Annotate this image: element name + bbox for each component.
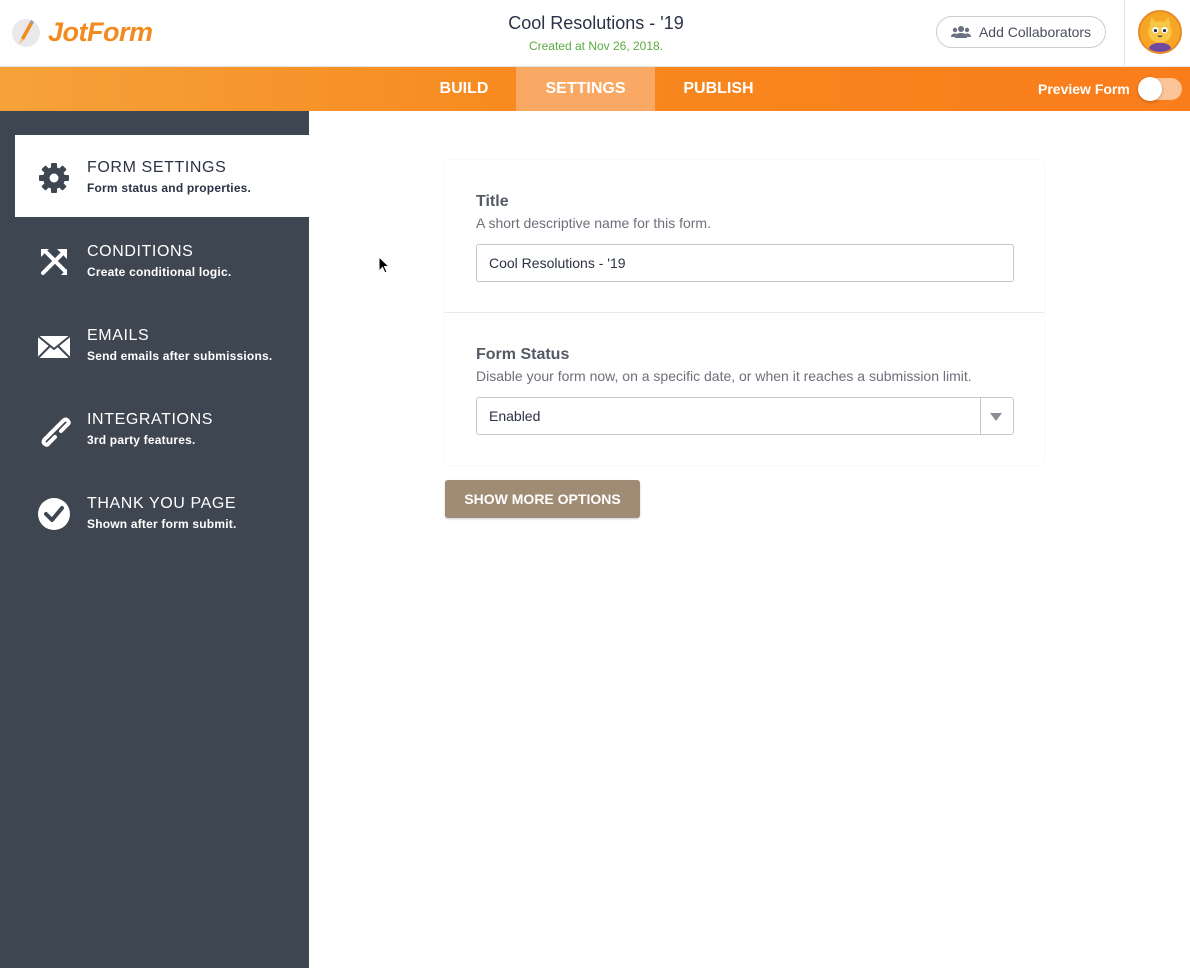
- preview-form-label: Preview Form: [1038, 81, 1130, 97]
- form-created-date: Created at Nov 26, 2018.: [528, 39, 664, 53]
- settings-sidebar: FORM SETTINGS Form status and properties…: [0, 111, 309, 968]
- form-status-description: Disable your form now, on a specific dat…: [476, 368, 972, 384]
- sidebar-item-form-settings[interactable]: FORM SETTINGS Form status and properties…: [15, 135, 309, 217]
- sidebar-item-subtitle: 3rd party features.: [87, 433, 196, 447]
- link-icon: [41, 417, 71, 447]
- tab-publish[interactable]: PUBLISH: [665, 67, 772, 111]
- sidebar-item-integrations[interactable]: INTEGRATIONS 3rd party features.: [15, 387, 309, 469]
- show-more-options-button[interactable]: SHOW MORE OPTIONS: [445, 480, 640, 518]
- main-nav: BUILD SETTINGS PUBLISH Preview Form: [0, 67, 1190, 111]
- cat-avatar-icon: [1140, 12, 1180, 52]
- add-collaborators-label: Add Collaborators: [978, 24, 1092, 40]
- form-status-select[interactable]: Enabled: [476, 397, 1014, 435]
- jotform-logo[interactable]: JotForm: [10, 15, 153, 49]
- sidebar-text: FORM SETTINGS Form status and properties…: [87, 159, 251, 195]
- sidebar-text: CONDITIONS Create conditional logic.: [87, 243, 231, 279]
- gear-icon: [39, 163, 69, 193]
- sidebar-text: INTEGRATIONS 3rd party features.: [87, 411, 213, 447]
- sidebar-item-subtitle: Shown after form submit.: [87, 517, 237, 531]
- users-icon: [950, 26, 971, 38]
- sidebar-item-title: EMAILS: [87, 327, 150, 344]
- sidebar-item-thank-you-page[interactable]: THANK YOU PAGE Shown after form submit.: [15, 471, 309, 553]
- sidebar-item-title: CONDITIONS: [87, 243, 194, 260]
- toggle-knob: [1137, 77, 1162, 101]
- sidebar-item-title: FORM SETTINGS: [87, 159, 227, 176]
- header-divider: [1124, 0, 1125, 67]
- sidebar-text: THANK YOU PAGE Shown after form submit.: [87, 495, 236, 531]
- sidebar-item-conditions[interactable]: CONDITIONS Create conditional logic.: [15, 219, 309, 301]
- sidebar-item-subtitle: Form status and properties.: [87, 181, 252, 195]
- top-header: JotForm Cool Resolutions - '19 Created a…: [0, 0, 1190, 67]
- jotform-logo-icon: [12, 19, 40, 47]
- form-status-label: Form Status: [476, 346, 570, 363]
- sidebar-text: EMAILS Send emails after submissions.: [87, 327, 272, 363]
- title-field-description: A short descriptive name for this form.: [476, 215, 711, 231]
- preview-form-toggle[interactable]: [1137, 77, 1182, 101]
- check-circle-icon: [38, 498, 70, 530]
- envelope-icon: [37, 335, 71, 359]
- user-avatar[interactable]: [1138, 10, 1182, 54]
- form-settings-panel: Title A short descriptive name for this …: [445, 160, 1044, 465]
- sidebar-item-subtitle: Send emails after submissions.: [87, 349, 273, 363]
- tab-settings[interactable]: SETTINGS: [516, 67, 655, 111]
- tab-build[interactable]: BUILD: [424, 67, 504, 111]
- title-field-label: Title: [476, 193, 509, 210]
- mouse-cursor-icon: [378, 256, 390, 274]
- form-title-input[interactable]: [476, 244, 1014, 282]
- logo-text: JotForm: [48, 16, 153, 47]
- sidebar-item-title: INTEGRATIONS: [87, 411, 214, 428]
- add-collaborators-button[interactable]: Add Collaborators: [936, 16, 1106, 48]
- sidebar-item-emails[interactable]: EMAILS Send emails after submissions.: [15, 303, 309, 385]
- chevron-down-icon: [990, 413, 1002, 421]
- sidebar-item-subtitle: Create conditional logic.: [87, 265, 232, 279]
- form-title-block: Cool Resolutions - '19 Created at Nov 26…: [440, 13, 752, 53]
- select-separator: [980, 398, 981, 434]
- form-status-value: Enabled: [489, 408, 541, 424]
- preview-form: Preview Form: [1038, 67, 1182, 111]
- sidebar-item-title: THANK YOU PAGE: [87, 495, 237, 512]
- conditions-icon: [41, 249, 67, 275]
- form-title: Cool Resolutions - '19: [508, 13, 684, 33]
- section-divider: [445, 312, 1044, 313]
